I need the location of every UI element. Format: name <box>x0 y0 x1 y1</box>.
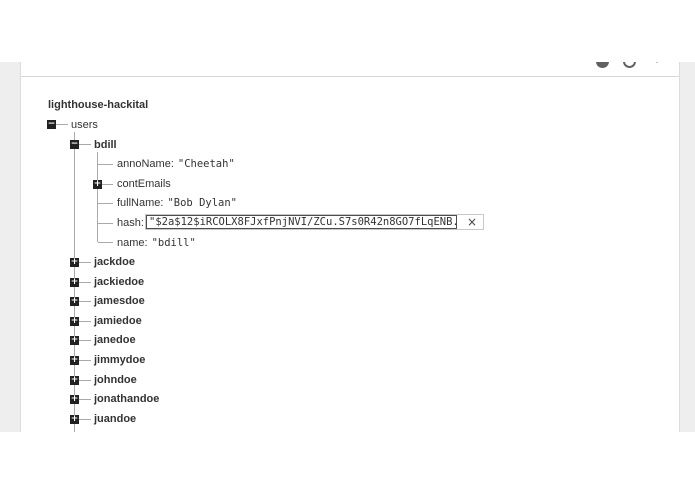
tree-connector <box>98 164 113 165</box>
user-node-label[interactable]: jackdoe <box>94 255 135 269</box>
data-panel: lighthouse-hackital − users − bdill anno… <box>20 62 680 432</box>
expand-user-toggle[interactable]: + <box>70 297 79 306</box>
tree-connector <box>79 340 91 341</box>
tree-connector <box>79 262 91 263</box>
tree-connector <box>102 184 113 185</box>
user-node-label[interactable]: jamesdoe <box>94 294 145 308</box>
expand-user-toggle[interactable]: + <box>70 395 79 404</box>
field-name[interactable]: name: "bdill" <box>117 236 196 250</box>
tree-connector <box>79 380 91 381</box>
tree-connector <box>79 360 91 361</box>
user-node-label[interactable]: jonathandoe <box>94 392 159 406</box>
field-value: "Bob Dylan" <box>167 197 238 209</box>
more-icon[interactable] <box>596 62 609 68</box>
tree-connector <box>56 124 68 125</box>
expand-user-toggle[interactable]: + <box>70 317 79 326</box>
field-value: "Cheetah" <box>177 158 235 170</box>
hash-edit-box: "$2a$12$iRCOLX8FJxfPnjNVI/ZCu.S7s0R42n8G… <box>145 214 484 230</box>
tree-connector <box>79 282 91 283</box>
hash-value-input[interactable]: "$2a$12$iRCOLX8FJxfPnjNVI/ZCu.S7s0R42n8G… <box>146 215 457 229</box>
user-node-label[interactable]: juandoe <box>94 412 136 426</box>
tree-connector <box>79 144 91 145</box>
tree-connector <box>98 242 113 243</box>
expand-user-toggle[interactable]: + <box>70 336 79 345</box>
field-key: annoName: <box>117 158 174 170</box>
collapse-bdill-toggle[interactable]: − <box>70 140 79 149</box>
field-key: fullName: <box>117 197 164 209</box>
tree-connector <box>98 203 113 204</box>
tree-connector <box>98 223 113 224</box>
field-key: name: <box>117 237 148 249</box>
panel-toolbar <box>21 62 679 77</box>
user-node-label[interactable]: johndoe <box>94 373 137 387</box>
hash-field-key: hash: <box>117 217 144 229</box>
tree-connector <box>79 301 91 302</box>
chevron-down-icon[interactable] <box>653 62 661 63</box>
expand-contEmails-toggle[interactable]: + <box>93 180 102 189</box>
expand-user-toggle[interactable]: + <box>70 376 79 385</box>
expand-user-toggle[interactable]: + <box>70 278 79 287</box>
expand-user-toggle[interactable]: + <box>70 415 79 424</box>
expand-user-toggle[interactable]: + <box>70 356 79 365</box>
user-node-label[interactable]: jackiedoe <box>94 275 144 289</box>
field-value: "bdill" <box>151 237 196 249</box>
add-icon[interactable] <box>623 62 636 68</box>
user-node-label[interactable]: jamiedoe <box>94 314 142 328</box>
root-node-label[interactable]: lighthouse-hackital <box>48 98 148 112</box>
expand-user-toggle[interactable]: + <box>70 258 79 267</box>
user-node-bdill[interactable]: bdill <box>94 138 117 152</box>
tree-connector <box>97 152 98 242</box>
database-viewer: lighthouse-hackital − users − bdill anno… <box>0 62 695 432</box>
tree-connector <box>79 399 91 400</box>
close-icon[interactable]: × <box>464 215 480 229</box>
user-node-label[interactable]: janedoe <box>94 333 136 347</box>
node-contEmails[interactable]: contEmails <box>117 177 171 191</box>
tree-connector <box>79 321 91 322</box>
field-annoName[interactable]: annoName: "Cheetah" <box>117 157 235 171</box>
user-node-label[interactable]: jimmydoe <box>94 353 145 367</box>
users-node-label[interactable]: users <box>71 118 98 132</box>
collapse-users-toggle[interactable]: − <box>47 120 56 129</box>
field-fullName[interactable]: fullName: "Bob Dylan" <box>117 196 237 210</box>
tree-connector <box>79 419 91 420</box>
